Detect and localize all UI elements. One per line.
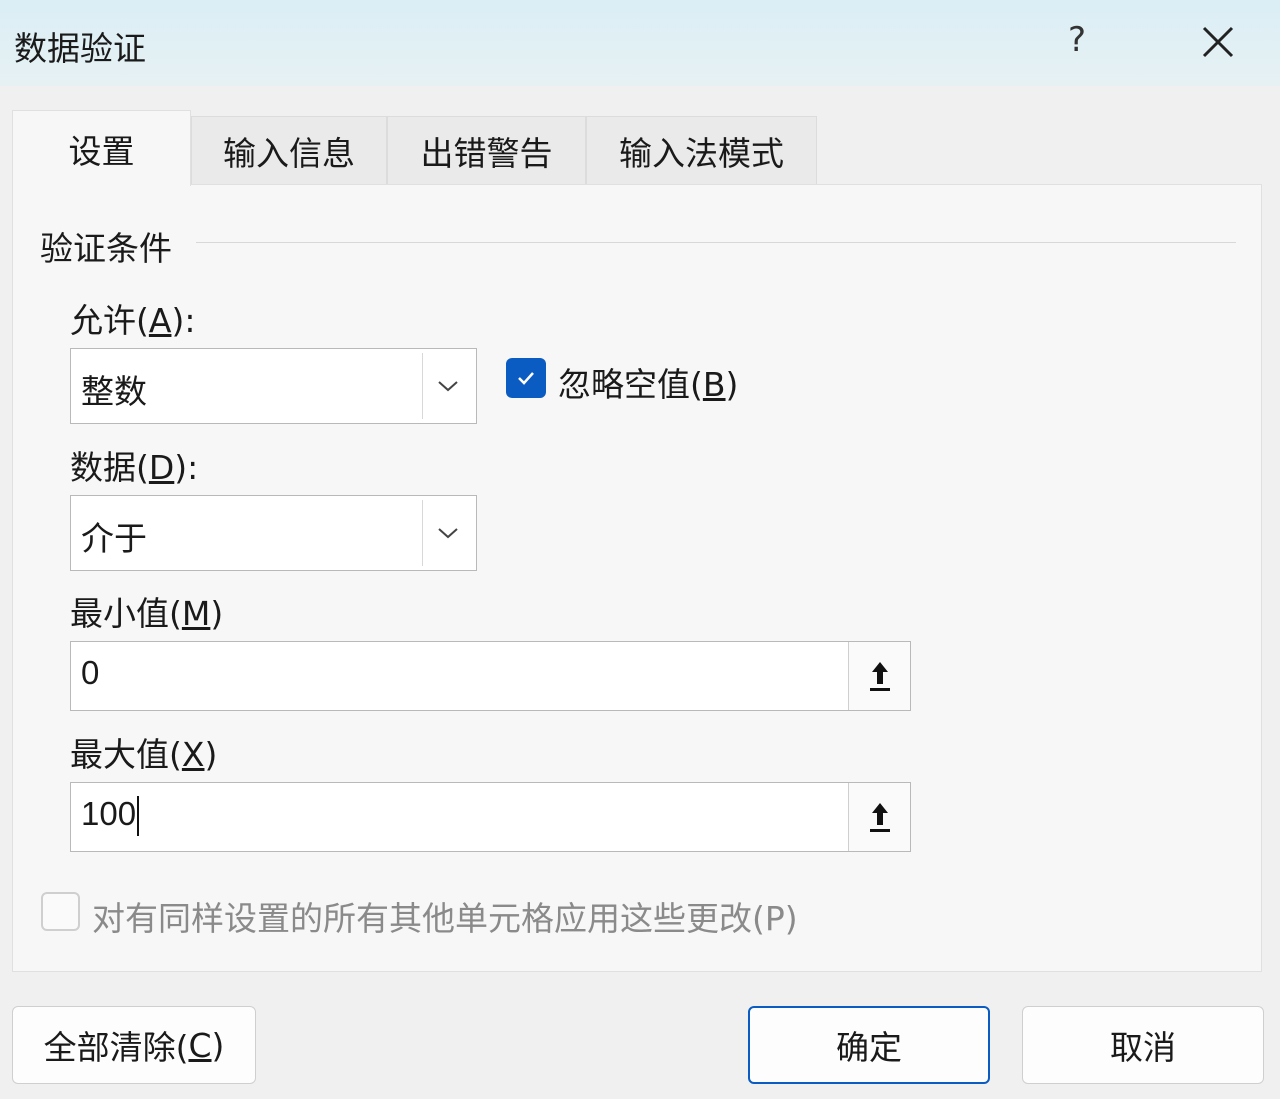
tab-ime-mode[interactable]: 输入法模式 [586, 116, 817, 184]
data-dropdown[interactable]: 介于 [70, 495, 477, 571]
data-label: 数据(D): [70, 448, 199, 487]
title-bar [0, 0, 1280, 86]
clear-all-button[interactable]: 全部清除(C) [12, 1006, 256, 1084]
tab-input-message[interactable]: 输入信息 [191, 116, 387, 184]
apply-all-checkbox[interactable] [41, 892, 80, 931]
collapse-dialog-icon[interactable] [848, 642, 910, 710]
text-caret [137, 796, 140, 837]
group-divider [196, 242, 1236, 243]
minimum-value: 0 [81, 654, 100, 691]
maximum-input[interactable]: 100 [70, 782, 911, 852]
maximum-label: 最大值(X) [70, 735, 218, 774]
cancel-button[interactable]: 取消 [1022, 1006, 1264, 1084]
ignore-blank-checkbox[interactable] [506, 358, 546, 398]
dialog-title: 数据验证 [14, 29, 146, 68]
chevron-down-icon[interactable] [422, 500, 472, 566]
chevron-down-icon[interactable] [422, 353, 472, 419]
tab-error-alert[interactable]: 出错警告 [387, 116, 586, 184]
allow-label: 允许(A): [70, 301, 196, 340]
allow-value: 整数 [81, 372, 147, 411]
help-button[interactable]: ? [1068, 20, 1086, 60]
settings-panel [12, 184, 1262, 972]
allow-dropdown[interactable]: 整数 [70, 348, 477, 424]
ignore-blank-label[interactable]: 忽略空值(B) [558, 358, 738, 406]
apply-all-label[interactable]: 对有同样设置的所有其他单元格应用这些更改(P) [92, 892, 798, 940]
maximum-value-wrap: 100 [81, 795, 140, 837]
minimum-input[interactable]: 0 [70, 641, 911, 711]
data-value: 介于 [81, 519, 147, 558]
checkmark-icon [518, 372, 534, 385]
minimum-label: 最小值(M) [70, 594, 224, 633]
validation-criteria-heading: 验证条件 [40, 229, 172, 268]
maximum-value: 100 [81, 795, 137, 832]
tab-settings[interactable]: 设置 [12, 110, 191, 186]
collapse-dialog-icon[interactable] [848, 783, 910, 851]
close-icon[interactable] [1196, 20, 1240, 64]
ok-button[interactable]: 确定 [748, 1006, 990, 1084]
